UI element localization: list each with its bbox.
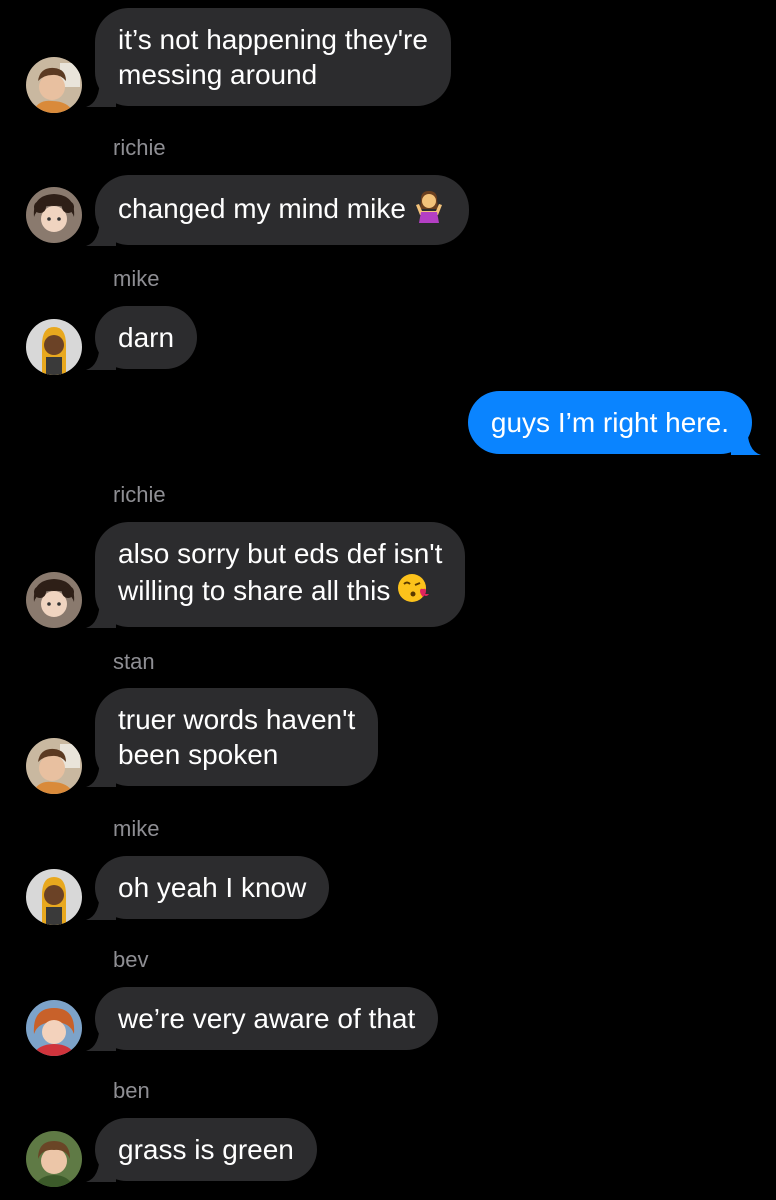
bubble-tail: [86, 890, 116, 920]
message-text: it’s not happening they're: [118, 24, 428, 55]
message-bubble[interactable]: also sorry but eds def isn't willing to …: [86, 522, 466, 628]
avatar[interactable]: [26, 187, 82, 243]
sender-name: mike: [113, 816, 160, 841]
bubble-tail: [86, 598, 116, 628]
stan-avatar-icon: [26, 738, 82, 794]
message-text: oh yeah I know: [118, 872, 307, 903]
message-text-span: willing to share all this: [118, 575, 391, 606]
message-text: messing around: [118, 59, 318, 90]
bubble-tail: [86, 216, 116, 246]
avatar[interactable]: [26, 1000, 82, 1056]
sender-name: ben: [113, 1078, 150, 1103]
message-text: truer words haven't: [118, 704, 356, 735]
message-text: been spoken: [118, 739, 279, 770]
face-blowing-kiss-icon: [396, 571, 430, 613]
message-text: guys I’m right here.: [490, 407, 729, 438]
message-bubble[interactable]: grass is green: [86, 1118, 317, 1182]
bubble-tail: [86, 77, 116, 107]
richie-avatar-icon: [26, 572, 82, 628]
bubble-tail: [86, 1021, 116, 1051]
message-bubble[interactable]: changed my mind mike: [86, 175, 469, 246]
bubble-tail: [86, 757, 116, 787]
avatar[interactable]: [26, 57, 82, 113]
avatar[interactable]: [26, 1131, 82, 1187]
bubble-tail: [86, 1152, 116, 1182]
ben-avatar-icon: [26, 1131, 82, 1187]
bubble-tail: [86, 340, 116, 370]
avatar[interactable]: [26, 319, 82, 375]
message-bubble-outgoing[interactable]: guys I’m right here.: [467, 391, 761, 455]
bev-avatar-icon: [26, 1000, 82, 1056]
message-text-span: changed my mind mike: [118, 193, 406, 224]
sender-name: richie: [113, 482, 166, 507]
sender-name: stan: [113, 649, 155, 674]
richie-avatar-icon: [26, 187, 82, 243]
avatar[interactable]: [26, 738, 82, 794]
message-bubble[interactable]: we’re very aware of that: [86, 987, 439, 1051]
sender-name: mike: [113, 266, 160, 291]
message-text: darn: [118, 322, 175, 353]
message-text: we’re very aware of that: [118, 1003, 416, 1034]
avatar[interactable]: [26, 869, 82, 925]
message-thread: it’s not happening they're messing aroun…: [0, 0, 776, 1200]
stan-avatar-icon: [26, 57, 82, 113]
mike-avatar-icon: [26, 869, 82, 925]
bubble-tail: [731, 425, 761, 455]
mike-avatar-icon: [26, 319, 82, 375]
sender-name: bev: [113, 947, 149, 972]
message-text: changed my mind mike: [118, 189, 446, 231]
message-text: also sorry but eds def isn't: [118, 538, 443, 569]
woman-shrugging-icon: [412, 189, 446, 231]
message-bubble[interactable]: it’s not happening they're messing aroun…: [86, 8, 451, 107]
message-text: grass is green: [118, 1134, 294, 1165]
avatar[interactable]: [26, 572, 82, 628]
message-bubble[interactable]: oh yeah I know: [86, 856, 330, 920]
message-bubble[interactable]: darn: [86, 306, 198, 370]
sender-name: richie: [113, 135, 166, 160]
message-bubble[interactable]: truer words haven't been spoken: [86, 688, 379, 787]
message-text: willing to share all this: [118, 571, 442, 613]
